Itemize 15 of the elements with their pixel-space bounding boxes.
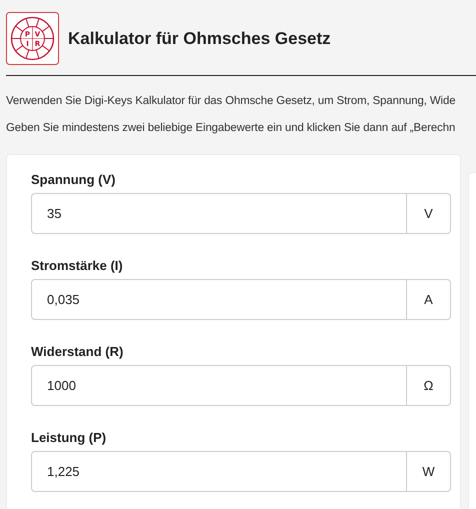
intro-text: Verwenden Sie Digi-Keys Kalkulator für das Ohmsche Gesetz, um Strom, Spannung, Wide — [6, 94, 456, 109]
unit-label: V — [407, 193, 451, 234]
unit-label: W — [407, 451, 451, 492]
intro-text: Geben Sie mindestens zwei beliebige Eingabewerte ein und klicken Sie dann auf „Berechn — [6, 121, 456, 136]
unit-label: Ω — [407, 365, 451, 406]
page-title: Kalkulator für Ohmsches Gesetz — [68, 28, 331, 48]
input-field[interactable]: 0,035 — [31, 279, 407, 320]
field-label: Spannung (V) — [31, 172, 116, 187]
input-field[interactable]: 1000 — [31, 365, 407, 406]
input-field[interactable]: 1,225 — [31, 451, 407, 492]
field-label: Leistung (P) — [31, 430, 108, 445]
input-field[interactable]: 35 — [31, 193, 407, 234]
field-label: Widerstand (R) — [31, 344, 124, 359]
field-label: Stromstärke (I) — [31, 258, 124, 273]
unit-label: A — [407, 279, 451, 320]
